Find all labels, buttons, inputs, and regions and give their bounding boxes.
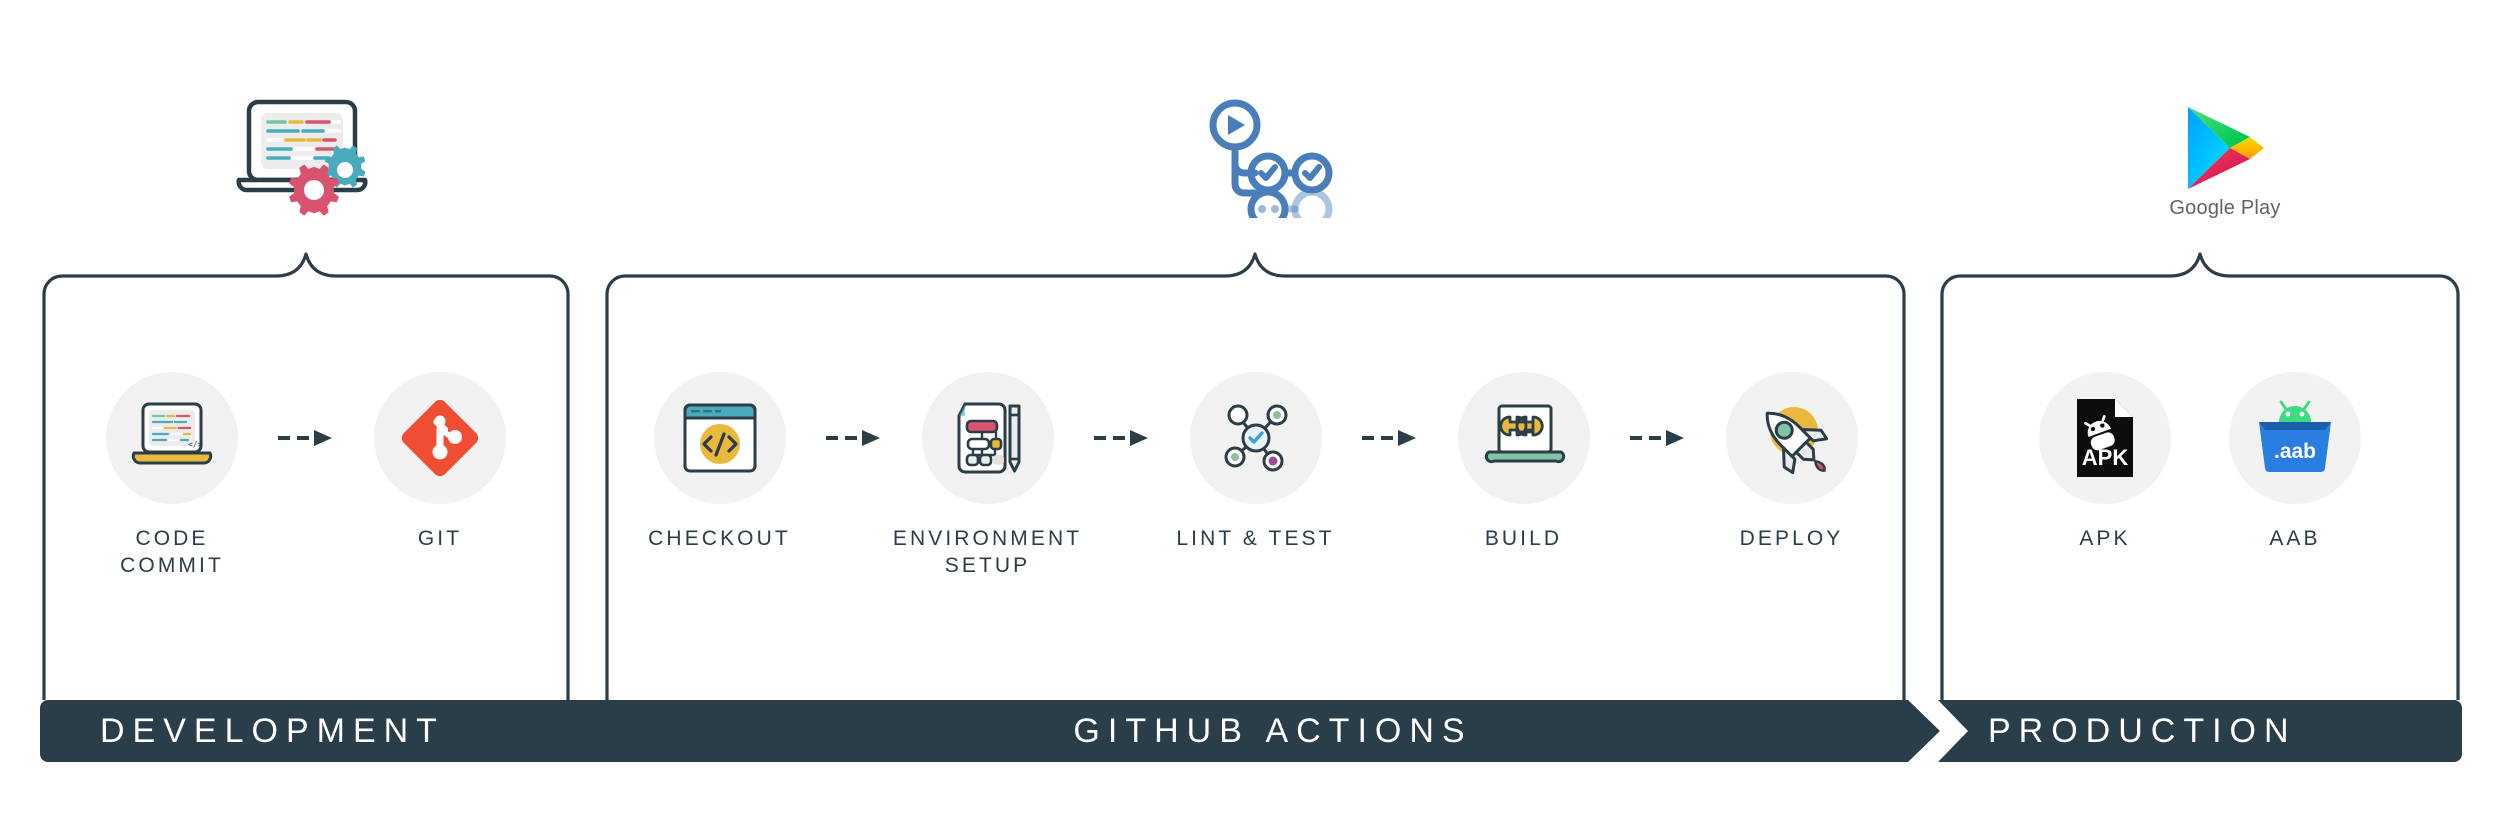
stage-build[interactable]: BUILD <box>1429 372 1619 553</box>
development-top-logo <box>215 78 405 218</box>
production-stages: APK APK .aab AAB <box>1938 372 2462 553</box>
production-banner-label: PRODUCTION <box>1988 711 2297 750</box>
lint-test-bubble <box>1189 372 1322 504</box>
build-bubble <box>1457 372 1590 504</box>
stage-code-commit[interactable]: </> CODE COMMIT <box>77 372 267 580</box>
production-banner: PRODUCTION <box>1938 700 2462 762</box>
git-bubble <box>374 372 506 504</box>
github-actions-panel: CHECKOUT ENVIRONMENT SETUP LINT & TEST B… <box>603 252 1908 704</box>
svg-text:APK: APK <box>2082 445 2129 470</box>
laptop-code-icon: </> <box>126 397 218 479</box>
checkout-bubble <box>653 372 786 504</box>
google-play-logo-icon <box>2182 103 2268 193</box>
connector-arrow <box>1619 372 1697 504</box>
stage-label-checkout: CHECKOUT <box>648 527 791 550</box>
google-play-top-logo: Google Play <box>2140 80 2310 220</box>
stage-label-deploy: DEPLOY <box>1739 527 1844 550</box>
github-actions-stages: CHECKOUT ENVIRONMENT SETUP LINT & TEST B… <box>603 372 1908 580</box>
deploy-bubble <box>1725 372 1858 504</box>
stage-lint-and-test[interactable]: LINT & TEST <box>1161 372 1351 553</box>
connector-arrow <box>1083 372 1161 504</box>
rocket-icon <box>1749 395 1835 481</box>
stage-label-environment-setup: ENVIRONMENT SETUP <box>892 527 1083 577</box>
development-stages: </> CODE COMMIT GIT <box>40 372 572 580</box>
development-banner: DEVELOPMENT <box>40 700 650 762</box>
github-actions-logo-icon <box>1205 98 1335 218</box>
stage-checkout[interactable]: CHECKOUT <box>625 372 815 553</box>
code-commit-bubble: </> <box>106 372 238 504</box>
github-actions-top-logo <box>1190 88 1350 218</box>
apk-bubble: APK <box>2039 372 2171 504</box>
laptop-gears-icon <box>225 92 395 218</box>
stage-git[interactable]: GIT <box>345 372 535 553</box>
stage-label-apk: APK <box>2079 527 2131 550</box>
aab-bundle-icon: .aab <box>2255 400 2335 476</box>
stage-label-git: GIT <box>417 527 463 550</box>
svg-text:</>: </> <box>188 440 203 449</box>
stage-label-lint-and-test: LINT & TEST <box>1176 527 1335 550</box>
network-check-icon <box>1214 396 1298 480</box>
development-panel: </> CODE COMMIT GIT <box>40 252 572 704</box>
svg-text:.aab: .aab <box>2274 440 2316 463</box>
browser-code-icon <box>680 399 760 477</box>
stage-label-aab: AAB <box>2269 527 2321 550</box>
connector-arrow <box>815 372 893 504</box>
aab-bubble: .aab <box>2229 372 2361 504</box>
stage-deploy[interactable]: DEPLOY <box>1697 372 1887 553</box>
wrench-laptop-icon <box>1479 400 1569 476</box>
connector-arrow <box>1351 372 1429 504</box>
google-play-wordmark: Google Play <box>2169 197 2281 219</box>
stage-label-build: BUILD <box>1484 527 1563 550</box>
document-pencil-icon <box>947 397 1029 479</box>
apk-file-icon: APK <box>2071 397 2139 479</box>
git-logo-icon <box>397 395 483 481</box>
stage-environment-setup[interactable]: ENVIRONMENT SETUP <box>893 372 1083 580</box>
production-panel: APK APK .aab AAB <box>1938 252 2462 704</box>
stage-aab[interactable]: .aab AAB <box>2200 372 2390 553</box>
stage-apk[interactable]: APK APK <box>2010 372 2200 553</box>
stage-label-code-commit: CODE COMMIT <box>120 527 224 577</box>
development-banner-label: DEVELOPMENT <box>100 711 445 750</box>
connector-arrow <box>267 372 345 504</box>
environment-setup-bubble <box>921 372 1054 504</box>
github-actions-banner: GITHUB ACTIONS <box>603 700 1973 762</box>
github-actions-banner-label: GITHUB ACTIONS <box>1073 711 1473 750</box>
